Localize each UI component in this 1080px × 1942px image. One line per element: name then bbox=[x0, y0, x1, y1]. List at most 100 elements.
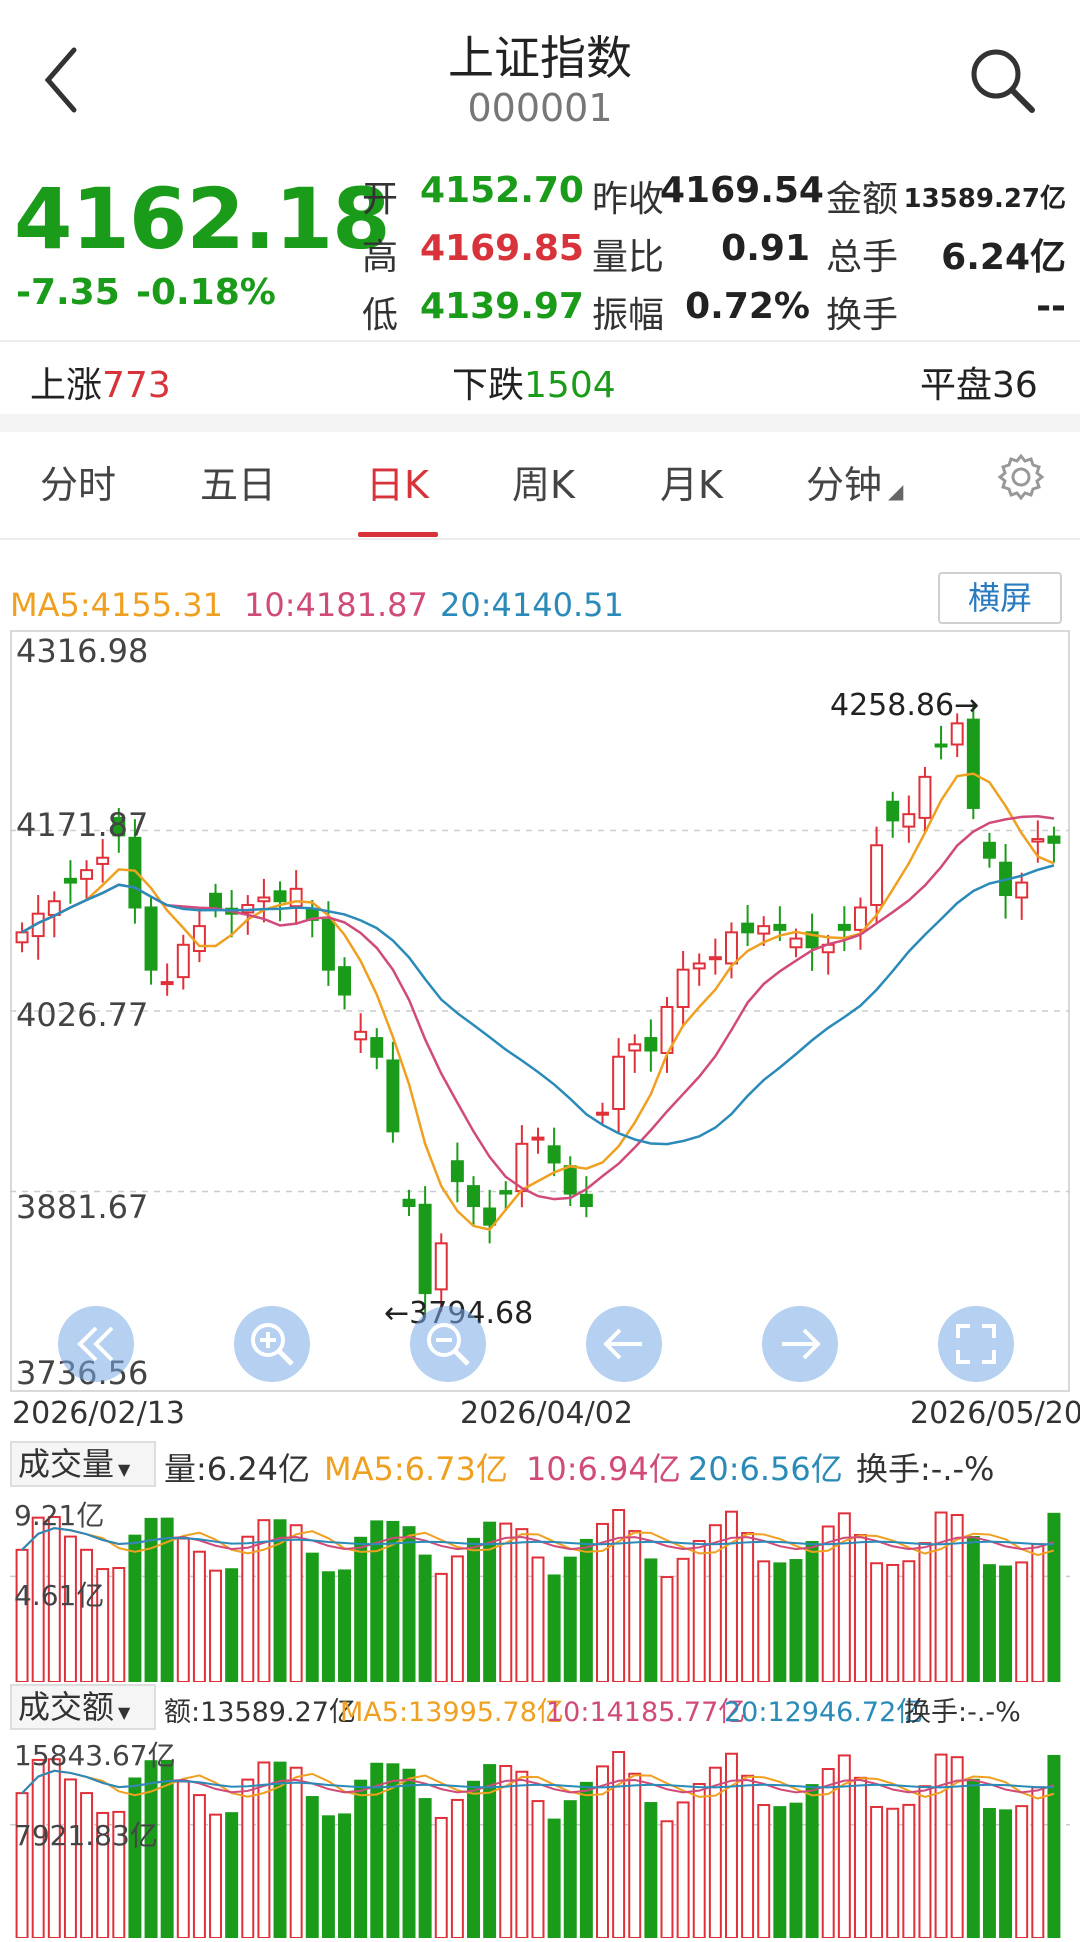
amount-bar bbox=[257, 1761, 271, 1938]
volume-bar bbox=[225, 1568, 239, 1682]
amount-bar bbox=[918, 1785, 932, 1938]
candle-body bbox=[579, 1193, 593, 1208]
tab-weekly-k[interactable]: 周K bbox=[512, 454, 575, 509]
candle-body bbox=[902, 813, 916, 828]
y-tick-label: 4026.77 bbox=[16, 996, 149, 1034]
stock-code: 000001 bbox=[467, 86, 613, 130]
volume-chart bbox=[10, 1509, 1070, 1682]
amount-bar bbox=[773, 1806, 787, 1938]
ma20-legend: 20:4140.51 bbox=[440, 586, 624, 624]
amount-bar bbox=[999, 1809, 1013, 1938]
volume-bar bbox=[1031, 1543, 1045, 1682]
volume-bar bbox=[418, 1554, 432, 1682]
volume-bar bbox=[144, 1517, 158, 1682]
volume-bar bbox=[918, 1542, 932, 1682]
volume-bar bbox=[128, 1534, 142, 1682]
rewind-button[interactable] bbox=[58, 1306, 134, 1382]
candle-body bbox=[837, 923, 851, 931]
amount-bar bbox=[1031, 1786, 1045, 1938]
candle-body bbox=[612, 1055, 626, 1110]
tab-daily-k[interactable]: 日K bbox=[366, 454, 429, 509]
volume-y-mid: 4.61亿 bbox=[14, 1579, 105, 1612]
prev-close-label: 昨收 bbox=[592, 179, 665, 220]
zoom-in-button[interactable] bbox=[234, 1306, 310, 1382]
volume-bar bbox=[321, 1571, 335, 1682]
amount-bar bbox=[660, 1820, 674, 1938]
amount-bar bbox=[1015, 1805, 1029, 1938]
ma5-line bbox=[21, 772, 1055, 1232]
candle-body bbox=[886, 800, 900, 822]
amount-bar bbox=[870, 1806, 884, 1938]
tab-five-day[interactable]: 五日 bbox=[200, 454, 276, 509]
ma5-legend: MA5:4155.31 bbox=[10, 586, 223, 624]
x-tick-label: 2026/02/13 bbox=[12, 1396, 185, 1431]
volume-bar bbox=[209, 1569, 223, 1682]
scroll-right-button[interactable] bbox=[762, 1306, 838, 1382]
candle-body bbox=[370, 1037, 384, 1058]
down-count: 下跌1504 bbox=[452, 365, 616, 406]
volume-bar bbox=[112, 1566, 126, 1682]
candle-body bbox=[499, 1190, 513, 1195]
page-title: 上证指数 bbox=[448, 31, 632, 85]
amount-bar bbox=[531, 1800, 545, 1938]
candle-body bbox=[15, 931, 29, 944]
volume-bar bbox=[644, 1558, 658, 1682]
amount-bar bbox=[644, 1802, 658, 1938]
search-icon[interactable] bbox=[966, 44, 1038, 116]
arrow-left-icon bbox=[603, 1328, 642, 1360]
volume-bar bbox=[305, 1552, 319, 1682]
amount-bar bbox=[934, 1753, 948, 1938]
amount-bar bbox=[209, 1813, 223, 1938]
settings-gear-icon[interactable] bbox=[996, 452, 1046, 502]
volume-bar bbox=[338, 1569, 352, 1682]
amount-label: 金额 bbox=[826, 179, 899, 220]
candle-body bbox=[80, 869, 94, 880]
amount-ma10: 10:14185.77亿 bbox=[546, 1697, 746, 1728]
vol-ratio-label: 量比 bbox=[592, 237, 665, 278]
turnover-label: 换手 bbox=[826, 295, 899, 336]
amount-bar bbox=[338, 1813, 352, 1938]
tab-monthly-k[interactable]: 月K bbox=[660, 454, 723, 509]
amount-bar bbox=[982, 1807, 996, 1938]
open-label: 开 bbox=[362, 179, 399, 220]
landscape-button[interactable]: 横屏 bbox=[938, 572, 1062, 624]
candle-body bbox=[966, 718, 980, 809]
volume-bar bbox=[676, 1557, 690, 1682]
candle-body bbox=[757, 925, 771, 935]
candle-body bbox=[483, 1207, 497, 1226]
candle-body bbox=[628, 1043, 642, 1052]
scroll-left-button[interactable] bbox=[586, 1306, 662, 1382]
candle-body bbox=[338, 966, 352, 996]
zoom-out-icon bbox=[427, 1323, 470, 1366]
amount-bar bbox=[192, 1794, 206, 1938]
volume-bar bbox=[628, 1530, 642, 1682]
volume-bar bbox=[934, 1511, 948, 1682]
amount-bar bbox=[354, 1779, 368, 1938]
high-label: 高 bbox=[362, 237, 399, 278]
kline-chart[interactable] bbox=[10, 630, 1070, 1392]
amount-bar bbox=[176, 1780, 190, 1938]
candle-body bbox=[96, 856, 110, 865]
volume-bar bbox=[434, 1572, 448, 1682]
candle-body bbox=[692, 962, 706, 970]
y-tick-label: 3881.67 bbox=[16, 1188, 149, 1226]
amount-bar bbox=[289, 1766, 303, 1938]
volume-bar bbox=[515, 1528, 529, 1682]
tab-minute[interactable]: 分钟 ◢ bbox=[806, 454, 903, 509]
zoom-out-button[interactable] bbox=[410, 1306, 486, 1382]
candle-body bbox=[596, 1111, 609, 1116]
amount-bar bbox=[853, 1776, 867, 1938]
amount-indicator-select[interactable]: 成交额 ▼ bbox=[10, 1684, 156, 1730]
tab-intraday[interactable]: 分时 bbox=[40, 454, 116, 509]
amount-bar bbox=[1047, 1754, 1061, 1938]
amount-bar bbox=[63, 1778, 77, 1938]
amount-bar bbox=[370, 1762, 384, 1938]
price-change-pct: -0.18% bbox=[136, 272, 276, 313]
amount-turnover: 换手:-.-% bbox=[904, 1697, 1021, 1728]
amount-bar bbox=[321, 1815, 335, 1938]
x-tick-label: 2026/04/02 bbox=[460, 1396, 633, 1431]
candle-body bbox=[176, 943, 190, 979]
fullscreen-button[interactable] bbox=[938, 1306, 1014, 1382]
amount-value: 13589.27亿 bbox=[903, 184, 1066, 214]
volume-indicator-select[interactable]: 成交量 ▼ bbox=[10, 1441, 156, 1487]
